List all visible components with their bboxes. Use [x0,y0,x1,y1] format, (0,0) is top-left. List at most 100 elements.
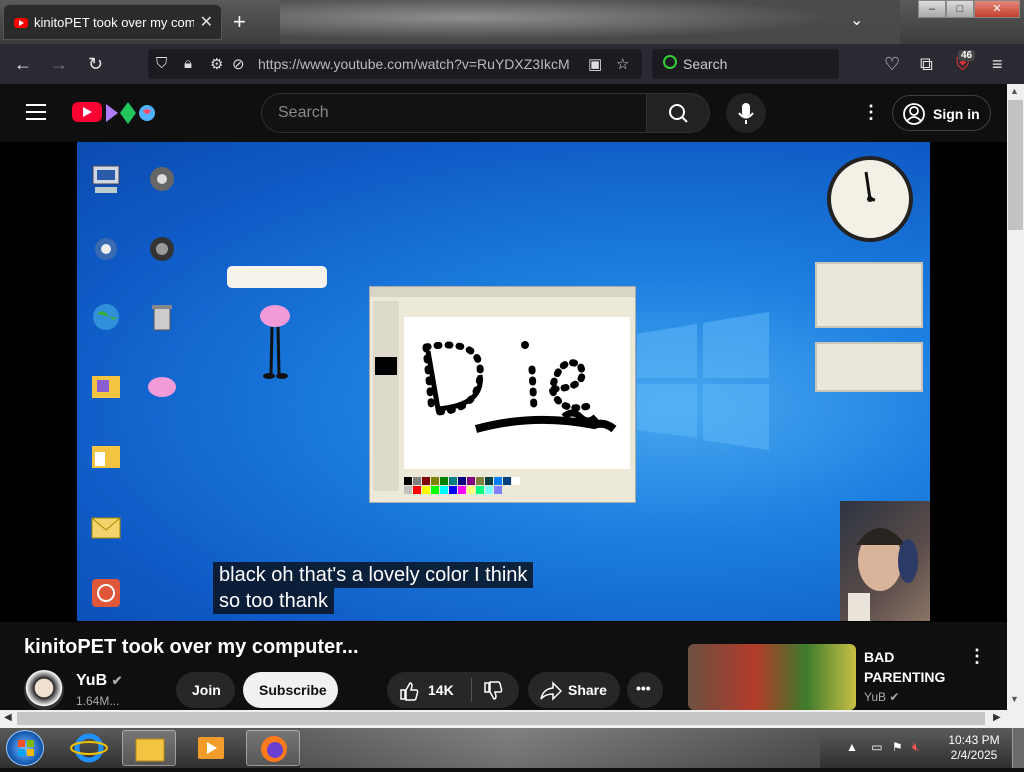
paint-toolbox [373,301,399,491]
internet-explorer-taskbar-button[interactable] [62,730,116,766]
reader-view-icon[interactable]: ▣ [588,55,602,73]
scroll-down-arrow-icon[interactable]: ▼ [1010,694,1019,704]
vertical-scrollbar[interactable]: ▲ ▼ [1007,84,1024,710]
channel-name[interactable]: YuB ✔ [76,672,122,690]
kinito-pet-character [260,305,290,379]
back-arrow-icon[interactable]: ← [14,54,32,75]
firefox-taskbar-button[interactable] [246,730,300,766]
subtitle-line-1: black oh that's a lovely color I think [213,562,534,588]
internet-globe-desktop-icon[interactable] [89,300,123,334]
recommended-video-title[interactable]: BAD PARENTING [864,647,964,687]
tracking-blocked-icon[interactable]: ⊘ [232,55,245,73]
media-player-taskbar-button[interactable] [184,730,238,766]
power-desktop-icon[interactable] [89,576,123,610]
recommended-video-thumbnail[interactable] [688,644,856,710]
recommended-kebab-icon[interactable]: ⋮ [968,646,986,667]
taskbar-clock[interactable]: 10:43 PM 2/4/2025 [946,733,1002,763]
speaker-desktop-icon[interactable] [145,232,179,266]
windows-flag-icon [18,740,34,756]
search-icon [669,104,688,123]
voice-search-button[interactable] [726,93,766,133]
action-center-flag-icon[interactable]: ⚑ [892,740,903,754]
recycle-bin-desktop-icon[interactable] [145,300,179,334]
permissions-icon[interactable]: ⚙︎ [210,55,223,73]
system-tray: ▲ ▭ ⚑ 🔇︎ [846,740,920,755]
maximize-button[interactable]: □ [946,0,974,18]
file-explorer-taskbar-button[interactable] [122,730,176,766]
close-window-button[interactable]: ✕ [974,0,1020,18]
like-dislike-group: 14K [387,672,519,708]
scroll-up-arrow-icon[interactable]: ▲ [1010,86,1019,96]
firefox-icon [261,736,287,762]
thumbs-down-icon[interactable] [483,681,503,701]
computer-desktop-icon[interactable] [89,162,123,196]
more-dots-icon: ••• [636,680,651,696]
horizontal-scrollbar[interactable]: ◀ ▶ [0,710,1024,728]
new-tab-button[interactable]: + [233,9,246,35]
join-button[interactable]: Join [176,672,235,708]
youtube-search-input[interactable] [278,104,618,122]
youtube-header: ⋮ Sign in [0,84,1007,142]
like-count[interactable]: 14K [428,682,454,698]
share-label: Share [568,682,607,698]
settings-gear-desktop-icon[interactable] [145,162,179,196]
forward-arrow-icon[interactable]: → [50,54,68,75]
paint-titlebar [370,287,635,297]
vertical-scroll-thumb[interactable] [1008,100,1023,230]
window-controls: – □ ✕ [918,0,1020,20]
scroll-left-arrow-icon[interactable]: ◀ [4,712,12,723]
folder-desktop-icon[interactable] [89,440,123,474]
reload-icon[interactable]: ↻ [88,54,103,75]
url-bar[interactable]: ⛉ 🔒︎ ⚙︎ ⊘ https://www.youtube.com/watch?… [148,49,642,79]
more-actions-button[interactable]: ••• [627,672,663,708]
tab-title: kinitoPET took over my computer... [34,15,194,30]
youtube-search-button[interactable] [646,93,710,133]
shield-icon[interactable]: ⛉ [156,55,167,72]
video-frame[interactable] [77,142,930,621]
mail-desktop-icon[interactable] [89,510,123,544]
bookmark-star-icon[interactable]: ☆ [616,55,629,73]
browser-tab-active[interactable]: kinitoPET took over my computer... ✕ [3,4,222,40]
taskbar-wallpaper-strip [300,728,820,768]
recommended-channel[interactable]: YuB ✔ [864,690,899,704]
media-player-icon [198,737,224,759]
network-icon[interactable]: ▭ [871,740,882,754]
doodle-shapes-icon[interactable] [106,102,156,124]
pictures-folder-desktop-icon[interactable] [89,370,123,404]
tab-close-icon[interactable]: ✕ [200,12,213,32]
youtube-favicon-icon [14,18,28,28]
control-gear-desktop-icon[interactable] [89,232,123,266]
scroll-right-arrow-icon[interactable]: ▶ [993,712,1001,723]
youtube-logo[interactable] [72,102,102,122]
browser-search-box[interactable]: Search [652,49,839,79]
subscribe-button[interactable]: Subscribe [243,672,338,708]
microphone-icon [738,103,754,124]
minimize-button[interactable]: – [918,0,946,18]
show-desktop-button[interactable] [1012,728,1024,768]
hamburger-menu-icon[interactable] [26,104,46,125]
video-player[interactable]: black oh that's a lovely color I think s… [0,142,1007,622]
sign-in-button[interactable]: Sign in [892,95,991,131]
start-button[interactable] [6,730,44,766]
horizontal-scroll-thumb[interactable] [17,712,985,725]
extensions-icon[interactable]: ⧉ [920,54,933,75]
kinito-pet-desktop-icon[interactable] [145,370,179,404]
volume-muted-icon[interactable]: 🔇︎ [912,740,920,754]
channel-avatar[interactable] [24,670,64,710]
pocket-icon[interactable]: ♡ [884,54,900,75]
paint-color-swatch [375,357,397,375]
thumbs-up-icon[interactable] [399,681,419,701]
youtube-search-field[interactable] [261,93,647,133]
share-button[interactable]: Share [528,672,620,708]
windows-taskbar: ▲ ▭ ⚑ 🔇︎ 10:43 PM 2/4/2025 [0,728,1024,768]
browser-tab-strip: kinitoPET took over my computer... ✕ + ⌄… [0,0,1024,44]
tray-expand-icon[interactable]: ▲ [846,740,858,754]
join-label: Join [192,682,221,698]
list-all-tabs-button[interactable]: ⌄ [850,10,863,30]
channel-name-text: YuB [76,672,108,689]
analog-clock-widget [827,156,913,242]
lock-icon[interactable]: 🔒︎ [184,55,192,72]
recommended-channel-text: YuB [864,690,887,704]
settings-kebab-icon[interactable]: ⋮ [862,102,880,123]
menu-icon[interactable]: ≡ [992,54,1003,75]
